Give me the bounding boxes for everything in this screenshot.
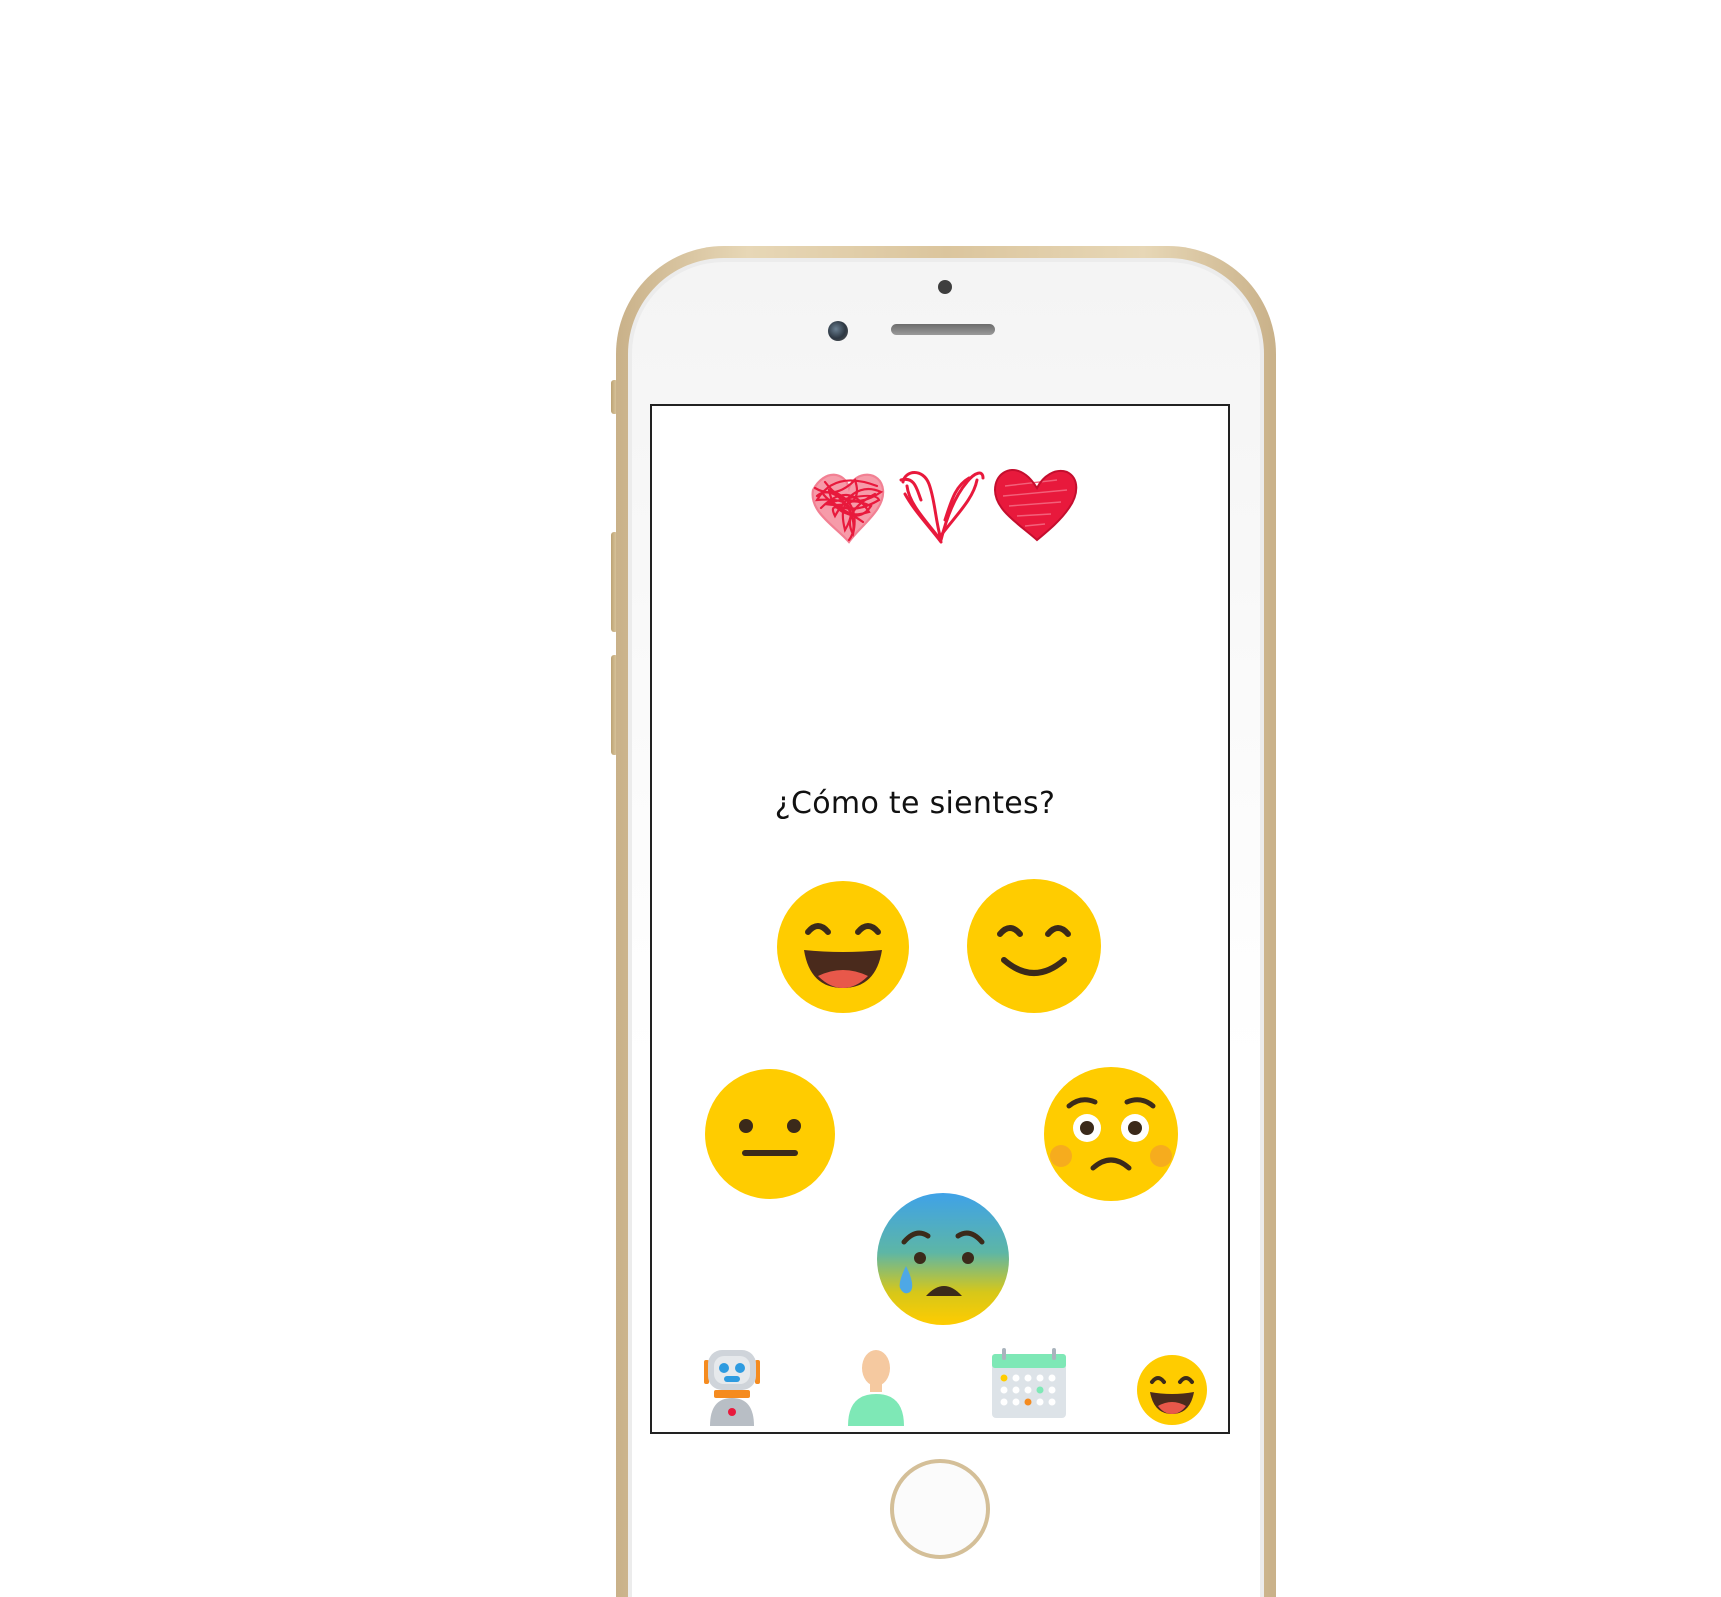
mood-neutral-button[interactable] [704, 1068, 836, 1200]
smiling-face-icon [967, 879, 1101, 1013]
mood-question-text: ¿Cómo te sientes? [774, 786, 1056, 821]
mood-question: ¿Cómo te sientes? [652, 786, 1228, 821]
calendar-icon [992, 1348, 1066, 1418]
proximity-sensor [828, 321, 848, 341]
mood-very-happy-button[interactable] [776, 880, 910, 1014]
mood-worried-button[interactable] [1043, 1066, 1179, 1202]
home-button[interactable] [890, 1459, 990, 1559]
filled-heart-icon [993, 469, 1078, 542]
outline-heart-icon [899, 471, 985, 544]
laughing-face-icon [777, 881, 909, 1013]
scribble-heart-icon [811, 473, 885, 544]
worried-face-icon [1044, 1067, 1178, 1201]
user-profile-icon [848, 1350, 904, 1426]
nav-mood[interactable] [1136, 1354, 1208, 1430]
robot-icon [704, 1350, 760, 1426]
mood-emoji-icon [1137, 1355, 1207, 1425]
earpiece-speaker [891, 324, 995, 335]
nav-profile[interactable] [844, 1346, 908, 1430]
nav-calendar[interactable] [990, 1346, 1068, 1424]
front-camera [938, 280, 952, 294]
app-screen: ¿Cómo te sientes? [650, 404, 1230, 1434]
hearts-logo [811, 469, 1078, 544]
neutral-face-icon [705, 1069, 835, 1199]
phone-mockup-canvas: ¿Cómo te sientes? [0, 0, 1721, 1597]
mood-anxious-button[interactable] [876, 1192, 1010, 1326]
mood-happy-button[interactable] [966, 878, 1102, 1014]
anxious-sweat-face-icon [877, 1193, 1009, 1325]
nav-robot[interactable] [700, 1346, 764, 1430]
